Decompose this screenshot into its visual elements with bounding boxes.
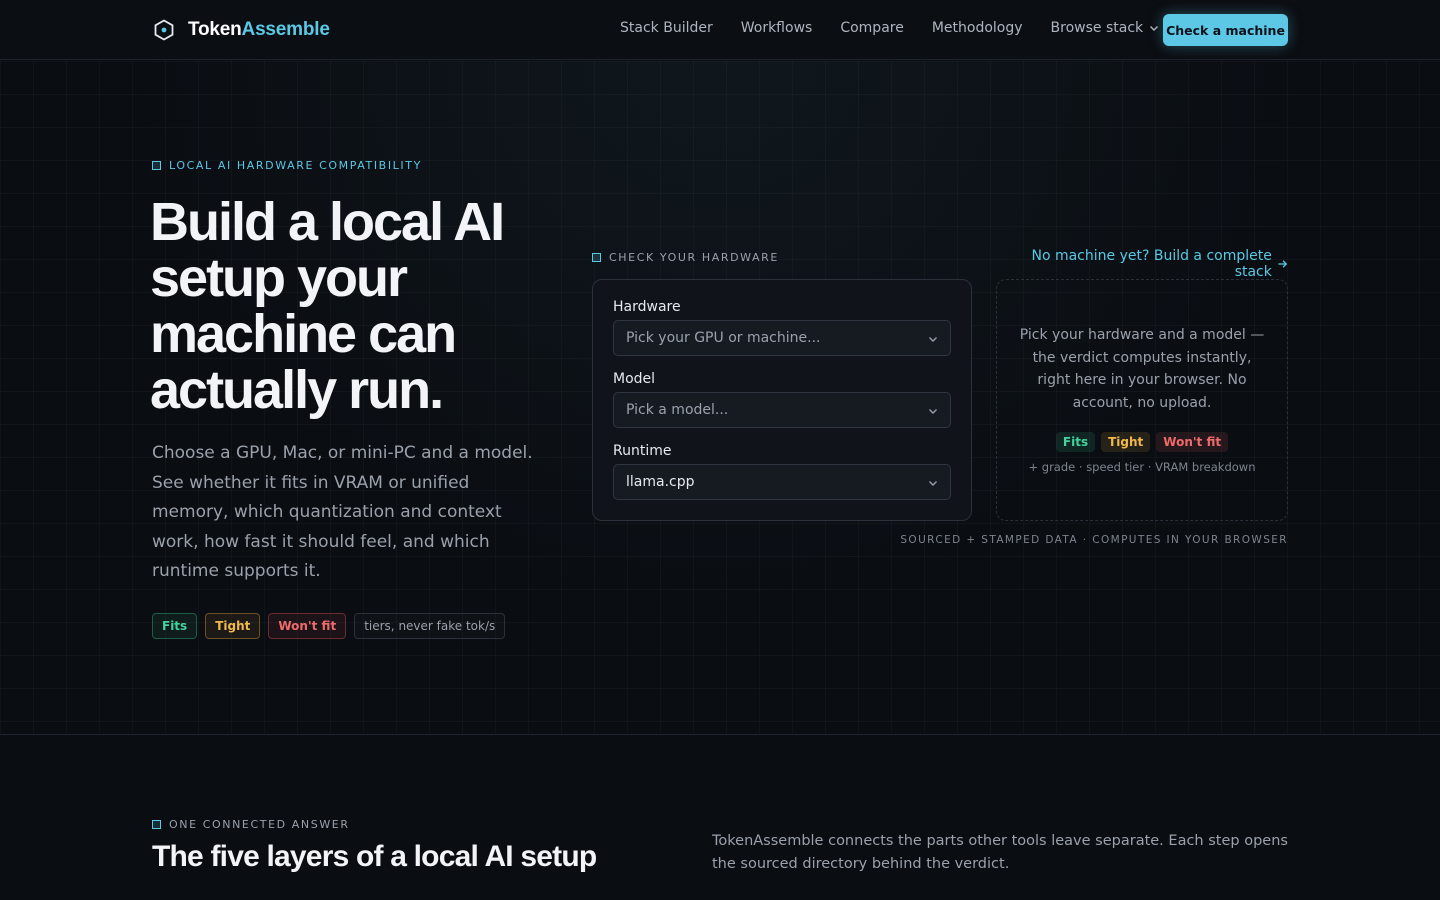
tight-badge: Tight: [205, 613, 261, 639]
model-select[interactable]: Pick a model...: [613, 392, 951, 428]
browse-stack-label: Browse stack: [1050, 20, 1144, 36]
square-bullet-icon: [152, 161, 161, 170]
hardware-checker-card: Hardware Pick your GPU or machine... Mod…: [592, 279, 972, 521]
fits-badge: Fits: [1055, 432, 1096, 452]
hardware-select-placeholder: Pick your GPU or machine...: [626, 330, 821, 346]
chevron-down-icon: [929, 337, 937, 342]
nav-workflows[interactable]: Workflows: [741, 20, 813, 36]
build-stack-link[interactable]: No machine yet? Build a complete stack: [1010, 248, 1288, 280]
hero-title: Build a local AI setup your machine can …: [150, 192, 505, 420]
tight-badge: Tight: [1101, 432, 1151, 452]
chevron-down-icon: [929, 409, 937, 414]
wont-fit-badge: Won't fit: [268, 613, 347, 639]
section2-eyebrow: ONE CONNECTED ANSWER: [152, 818, 350, 831]
square-bullet-icon: [152, 820, 161, 829]
section2-title: The five layers of a local AI setup: [152, 840, 597, 873]
nav-browse-stack-dropdown[interactable]: Browse stack: [1051, 20, 1160, 36]
verdict-legend: Fits Tight Won't fit tiers, never fake t…: [152, 613, 513, 639]
nav-compare[interactable]: Compare: [840, 20, 904, 36]
nav-stack-builder[interactable]: Stack Builder: [620, 20, 713, 36]
hardware-label: Hardware: [613, 299, 681, 315]
verdict-preview-panel: Pick your hardware and a model — the ver…: [996, 279, 1288, 521]
fits-badge: Fits: [152, 613, 198, 639]
runtime-select-value: llama.cpp: [626, 474, 695, 490]
tiers-note-badge: tiers, never fake tok/s: [354, 613, 506, 639]
model-select-placeholder: Pick a model...: [626, 402, 729, 418]
checker-eyebrow-text: CHECK YOUR HARDWARE: [609, 251, 779, 264]
preview-description: Pick your hardware and a model — the ver…: [1019, 327, 1265, 411]
arrow-right-icon: [1278, 260, 1288, 268]
brand-name: TokenAssemble: [188, 19, 330, 40]
hero-eyebrow-text: LOCAL AI HARDWARE COMPATIBILITY: [169, 159, 422, 172]
preview-extra-info: + grade · speed tier · VRAM breakdown: [1028, 460, 1256, 474]
section2-description: TokenAssemble connects the parts other t…: [712, 833, 1288, 872]
preview-verdict-legend: Fits Tight Won't fit: [997, 432, 1287, 452]
brand-logo[interactable]: TokenAssemble: [152, 17, 330, 43]
build-stack-link-text: No machine yet? Build a complete stack: [1031, 248, 1272, 280]
chevron-down-icon: [929, 481, 937, 486]
data-stamp-note: SOURCED + STAMPED DATA · COMPUTES IN YOU…: [900, 534, 1288, 546]
site-header: TokenAssemble Stack Builder Workflows Co…: [0, 0, 1440, 60]
section2-eyebrow-text: ONE CONNECTED ANSWER: [169, 818, 350, 831]
check-machine-button[interactable]: Check a machine: [1163, 14, 1288, 46]
hardware-select[interactable]: Pick your GPU or machine...: [613, 320, 951, 356]
wont-fit-badge: Won't fit: [1156, 432, 1229, 452]
checker-eyebrow: CHECK YOUR HARDWARE: [592, 251, 779, 264]
hero-eyebrow: LOCAL AI HARDWARE COMPATIBILITY: [152, 159, 422, 172]
hexagon-logo-icon: [154, 19, 174, 41]
runtime-select[interactable]: llama.cpp: [613, 464, 951, 500]
model-label: Model: [613, 371, 656, 387]
hero-subtitle: Choose a GPU, Mac, or mini-PC and a mode…: [152, 443, 533, 581]
runtime-label: Runtime: [613, 443, 672, 459]
hero-section: LOCAL AI HARDWARE COMPATIBILITY Build a …: [0, 61, 1440, 735]
chevron-down-icon: [1150, 26, 1159, 31]
main-nav: Stack Builder Workflows Compare Methodol…: [620, 20, 1187, 36]
nav-methodology[interactable]: Methodology: [932, 20, 1023, 36]
square-bullet-icon: [592, 253, 601, 262]
